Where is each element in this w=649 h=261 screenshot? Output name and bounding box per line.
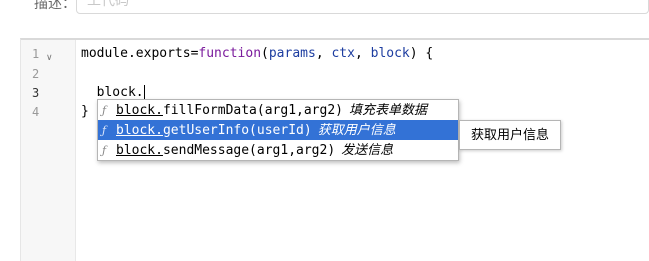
autocomplete-match: block. [116, 143, 163, 158]
line-number: 1 [32, 47, 40, 61]
text-cursor [143, 85, 145, 100]
autocomplete-item[interactable]: ƒ block.fillFormData(arg1,arg2) 填充表单数据 [98, 100, 458, 120]
code-line-4[interactable]: } [81, 102, 89, 122]
autocomplete-item[interactable]: ƒ block.sendMessage(arg1,arg2) 发送信息 [98, 140, 458, 160]
autocomplete-match: block. [116, 103, 163, 118]
code-line-1[interactable]: module.exports=function(params, ctx, blo… [81, 44, 433, 64]
code-token: } [81, 104, 89, 119]
autocomplete-signature: sendMessage(arg1,arg2) [162, 143, 336, 158]
autocomplete-description: 填充表单数据 [348, 102, 427, 117]
code-token: ( [261, 46, 269, 61]
code-token: ) { [409, 46, 434, 61]
autocomplete-description: 发送信息 [341, 142, 394, 157]
code-editor-panel: 描述： 1 ∨ 2 3 4 module.exports=function(pa… [0, 0, 649, 261]
code-param: ctx [331, 46, 355, 61]
description-input[interactable] [76, 0, 649, 14]
function-icon: ƒ [102, 104, 107, 117]
line-number-gutter: 1 ∨ 2 3 4 [21, 40, 76, 261]
code-keyword: function [198, 46, 262, 61]
code-token: block. [81, 85, 144, 100]
code-token: , [315, 46, 332, 61]
autocomplete-description: 获取用户信息 [317, 122, 396, 137]
autocomplete-signature: getUserInfo(userId) [162, 123, 312, 138]
function-icon: ƒ [102, 124, 107, 137]
autocomplete-signature: fillFormData(arg1,arg2) [162, 103, 343, 118]
autocomplete-match: block. [116, 123, 163, 138]
code-param: block [370, 46, 410, 61]
autocomplete-item-selected[interactable]: ƒ block.getUserInfo(userId) 获取用户信息 [98, 120, 458, 140]
code-token: module.exports= [81, 46, 199, 61]
description-label: 描述： [34, 0, 76, 11]
line-number: 2 [32, 67, 40, 81]
chevron-down-icon[interactable]: ∨ [46, 47, 53, 67]
line-number: 4 [32, 105, 40, 119]
autocomplete-tooltip: 获取用户信息 [459, 120, 561, 150]
code-token: , [354, 46, 371, 61]
function-icon: ƒ [102, 144, 107, 157]
autocomplete-popup: ƒ block.fillFormData(arg1,arg2) 填充表单数据 ƒ bl… [97, 99, 459, 161]
code-param: params [268, 46, 316, 61]
line-number: 3 [32, 86, 40, 100]
